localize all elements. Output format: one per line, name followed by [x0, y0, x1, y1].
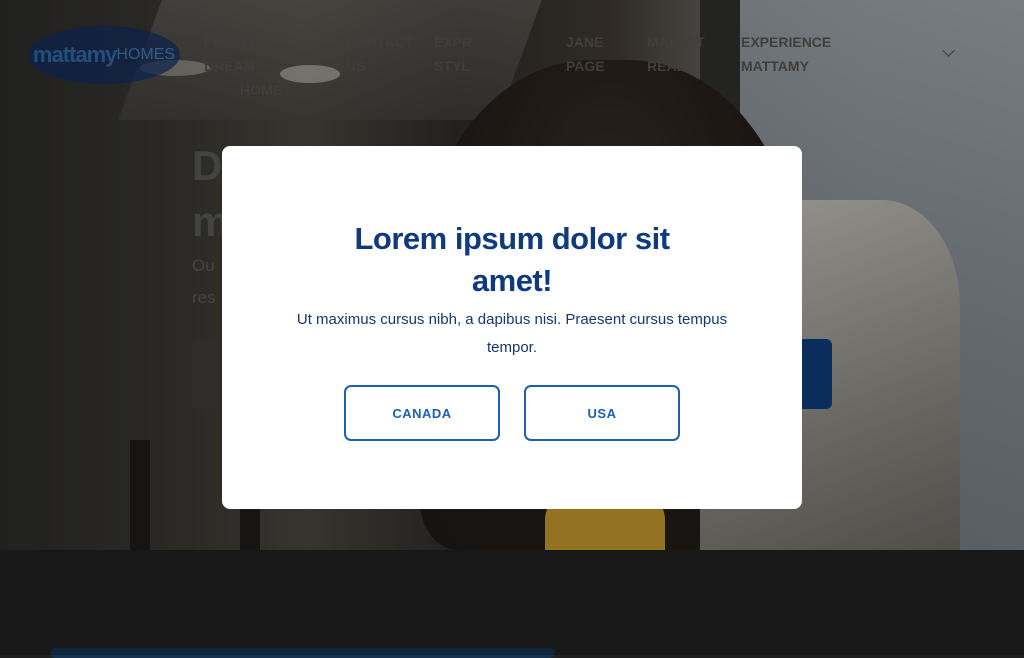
region-select-modal: Lorem ipsum dolor sit amet! Ut maximus c…	[222, 146, 802, 509]
modal-title-line-1: Lorem ipsum dolor sit	[354, 221, 670, 256]
modal-title: Lorem ipsum dolor sit amet!	[222, 218, 802, 302]
modal-title-line-2: amet!	[471, 263, 553, 298]
modal-description: Ut maximus cursus nibh, a dapibus nisi. …	[296, 311, 728, 356]
canada-button[interactable]: CANADA	[344, 385, 500, 441]
usa-button[interactable]: USA	[524, 385, 680, 441]
